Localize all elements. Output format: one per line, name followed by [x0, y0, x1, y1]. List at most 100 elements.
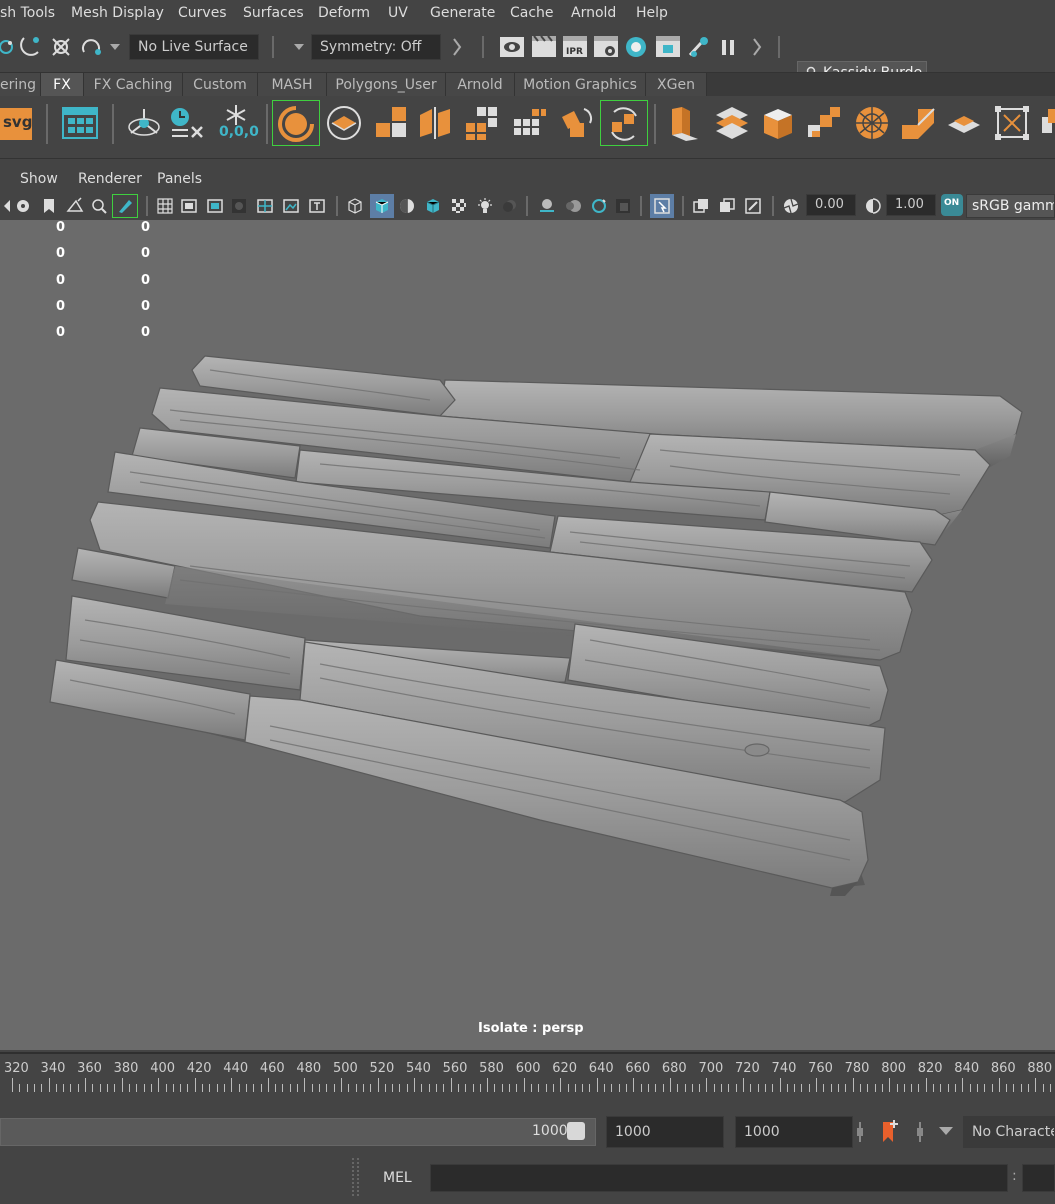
exposure-icon[interactable] — [782, 197, 800, 215]
camera-attributes-icon[interactable] — [14, 197, 32, 215]
axis-gizmo-icon[interactable] — [124, 103, 164, 143]
anim-end-field[interactable]: 1000 — [606, 1116, 724, 1148]
exposure-field[interactable]: 0.00 — [806, 194, 856, 216]
xray-icon[interactable] — [692, 197, 710, 215]
split-cube-icon[interactable] — [416, 103, 456, 143]
render-view-icon[interactable] — [499, 35, 525, 59]
menu-surfaces[interactable]: Surfaces — [243, 5, 304, 21]
menu-help[interactable]: Help — [636, 5, 668, 21]
snap-view-plane-icon[interactable] — [48, 34, 74, 60]
resolution-gate-icon[interactable] — [206, 197, 224, 215]
symmetry-field[interactable]: Symmetry: Off — [311, 34, 441, 60]
menu-panels[interactable]: Panels — [157, 171, 202, 187]
snap-point-icon[interactable] — [18, 34, 44, 60]
chevron-down-icon[interactable] — [293, 42, 305, 52]
svg-shelf-button[interactable]: svg — [0, 108, 32, 140]
extrude-icon[interactable] — [664, 103, 704, 143]
smooth-shade-button[interactable] — [370, 194, 394, 218]
grip-handle[interactable] — [350, 1156, 362, 1200]
rotate-blocks-icon[interactable] — [556, 103, 596, 143]
wireframe-on-shaded-icon[interactable] — [398, 197, 416, 215]
tab-rendering[interactable]: ering — [0, 73, 41, 97]
bounding-box-icon[interactable] — [992, 103, 1032, 143]
render-settings-icon[interactable] — [593, 35, 619, 59]
menu-curves[interactable]: Curves — [178, 5, 227, 21]
blocks-icon[interactable] — [372, 103, 412, 143]
tab-arnold[interactable]: Arnold — [446, 73, 515, 97]
overflow-block-icon[interactable] — [1038, 103, 1055, 143]
render-current-frame-icon[interactable] — [531, 35, 557, 59]
tab-motion-graphics[interactable]: Motion Graphics — [515, 73, 646, 97]
film-gate-icon[interactable] — [180, 197, 198, 215]
tab-fx-caching[interactable]: FX Caching — [84, 73, 183, 97]
tab-xgen[interactable]: XGen — [646, 73, 707, 97]
bridge-blocks-icon[interactable] — [804, 103, 844, 143]
gate-mask-icon[interactable] — [230, 197, 248, 215]
grid-toggle-icon[interactable] — [156, 197, 174, 215]
checker-icon[interactable] — [450, 197, 468, 215]
xray-joints-icon[interactable] — [744, 197, 762, 215]
isolate-select-button[interactable] — [650, 194, 674, 218]
arnold-render-icon[interactable] — [687, 35, 711, 59]
color-management-toggle[interactable]: ON — [941, 194, 963, 216]
time-delete-icon[interactable] — [166, 103, 206, 143]
tab-polygons-user[interactable]: Polygons_User — [327, 73, 446, 97]
image-plane-icon[interactable] — [66, 197, 84, 215]
character-set-field[interactable]: No Character — [963, 1116, 1055, 1148]
stacked-planes-icon[interactable] — [712, 103, 752, 143]
menu-uv[interactable]: UV — [388, 5, 408, 21]
chevron-down-icon[interactable] — [109, 42, 121, 52]
tab-mash[interactable]: MASH — [258, 73, 327, 97]
wooden-planks-model[interactable] — [0, 220, 1055, 1050]
menu-show[interactable]: Show — [20, 171, 58, 187]
field-chart-icon[interactable] — [256, 197, 274, 215]
2d-pan-zoom-icon[interactable] — [90, 197, 108, 215]
hypershade-icon[interactable] — [624, 35, 648, 59]
range-slider-handle[interactable] — [567, 1122, 585, 1140]
selected-shelf-button-2[interactable] — [600, 100, 648, 146]
script-language-label[interactable]: MEL — [383, 1170, 412, 1186]
colorspace-field[interactable]: sRGB gamma — [966, 194, 1055, 218]
lights-icon[interactable] — [476, 197, 494, 215]
ambient-occlusion-icon[interactable] — [538, 197, 556, 215]
collapse-arrow-icon[interactable] — [452, 37, 462, 57]
tab-custom[interactable]: Custom — [183, 73, 258, 97]
chevron-down-icon[interactable] — [938, 1126, 954, 1136]
menu-mesh-display[interactable]: Mesh Display — [71, 5, 164, 21]
bookmark-icon[interactable] — [40, 197, 58, 215]
menu-deform[interactable]: Deform — [318, 5, 370, 21]
ipr-render-icon[interactable]: IPR — [562, 35, 588, 59]
wireframe-icon[interactable] — [346, 197, 364, 215]
flat-planes-icon[interactable] — [944, 103, 984, 143]
selected-shelf-button[interactable] — [272, 100, 320, 146]
depth-of-field-icon[interactable] — [614, 197, 632, 215]
bookmark-add-icon[interactable] — [880, 1118, 902, 1144]
shadows-icon[interactable] — [500, 197, 518, 215]
menu-mesh-tools[interactable]: sh Tools — [0, 5, 55, 21]
snap-live-icon[interactable] — [78, 34, 104, 60]
plane-circle-icon[interactable] — [324, 103, 364, 143]
motion-blur-icon[interactable] — [564, 197, 582, 215]
playback-end-field[interactable]: 1000 — [735, 1116, 853, 1148]
textured-icon[interactable] — [424, 197, 442, 215]
menu-generate[interactable]: Generate — [430, 5, 495, 21]
viewport-persp[interactable]: 0 0 0 0 0 0 0 0 0 0 Isolate: persp — [0, 220, 1055, 1050]
live-surface-field[interactable]: No Live Surface — [129, 34, 259, 60]
range-slider[interactable]: 1000 — [0, 1118, 596, 1146]
menu-renderer[interactable]: Renderer — [78, 171, 142, 187]
grid-cube-icon[interactable] — [462, 103, 502, 143]
safe-title-icon[interactable] — [308, 197, 326, 215]
grease-pencil-button[interactable] — [112, 194, 138, 218]
collapse-arrow-icon[interactable] — [752, 37, 762, 57]
split-box-icon[interactable] — [898, 103, 938, 143]
xray-active-icon[interactable] — [718, 197, 736, 215]
sphere-grid-icon[interactable] — [852, 103, 892, 143]
subdivide-grid-icon[interactable] — [508, 103, 548, 143]
anti-aliasing-icon[interactable] — [590, 197, 608, 215]
menu-cache[interactable]: Cache — [510, 5, 554, 21]
pause-icon[interactable] — [718, 37, 738, 57]
safe-action-icon[interactable] — [282, 197, 300, 215]
gamma-icon[interactable] — [864, 197, 882, 215]
drag-handle-icon[interactable] — [916, 1120, 924, 1144]
render-sequence-icon[interactable] — [655, 35, 681, 59]
